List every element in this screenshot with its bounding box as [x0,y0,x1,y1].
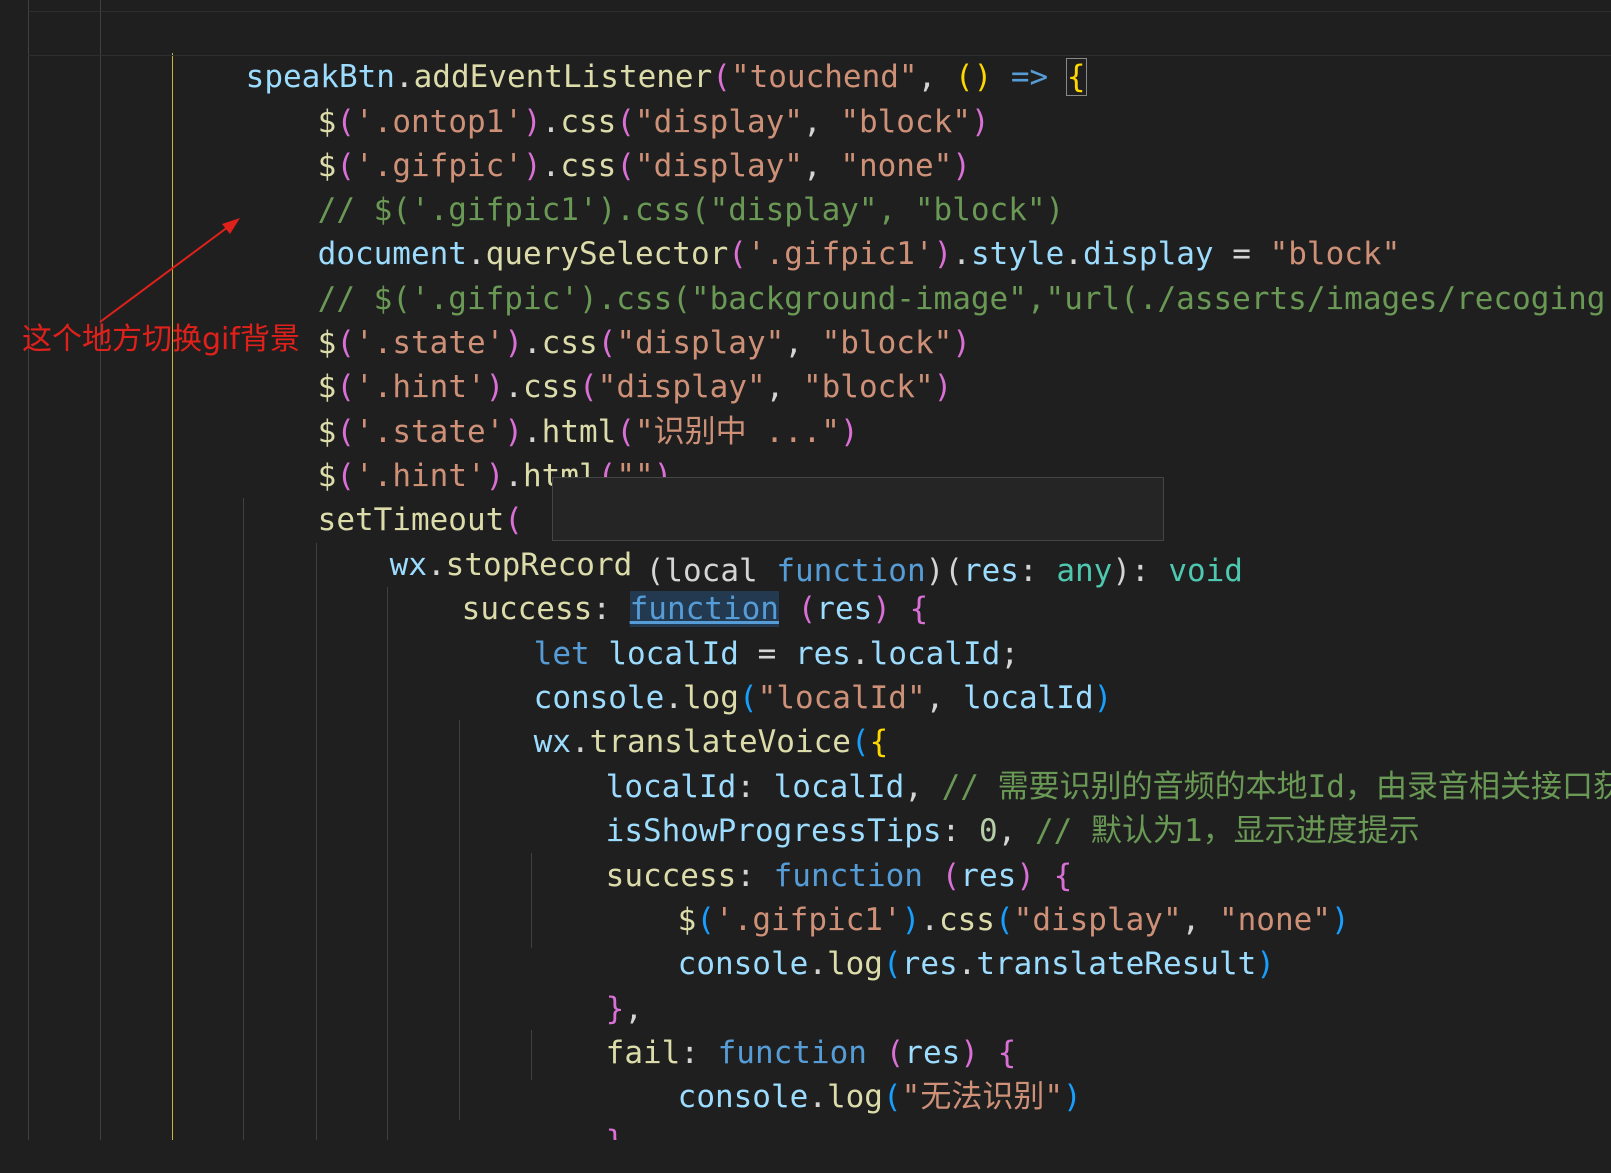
code-line[interactable]: console.log(res.translateResult) [0,897,1611,982]
tooltip-token: ( [944,553,963,589]
tooltip-kind-keyword: function [776,553,926,589]
code-line[interactable]: isShowProgressTips: 0, // 默认为1，显示进度提示 [0,764,1611,849]
code-line[interactable]: localId: localId, // 需要识别的音频的本地Id，由录音相关接… [0,720,1611,805]
code-line[interactable]: success: function (res) { [0,809,1611,894]
code-line[interactable]: fail: function (res) { [0,986,1611,1071]
annotation-label: 这个地方切换gif背景 [22,322,300,357]
code-line[interactable]: $('.hint').html("") [0,409,1611,494]
tooltip-kind-label: local [664,553,758,589]
code-line[interactable]: $('.ontop1').css("display", "block") [0,55,1611,140]
code-line[interactable]: } [0,1075,1611,1160]
tooltip-token: : [1130,553,1169,589]
code-line[interactable]: console.log("localId", localId) [0,631,1611,716]
code-editor[interactable]: speakBtn.addEventListener("touchend", ()… [0,0,1611,1173]
code-line[interactable]: $('.state').css("display", "block") [0,276,1611,361]
code-line[interactable]: // $('.gifpic1').css("display", "block") [0,143,1611,228]
tooltip-token: ( [645,553,665,589]
code-line[interactable]: $('.gifpic1').css("display", "none") [0,853,1611,938]
tooltip-token: : [1018,553,1057,589]
code-line[interactable]: wx.translateVoice({ [0,675,1611,760]
tooltip-token: ) [925,553,945,589]
tooltip-space [758,553,777,589]
editor-bottom-edge [0,1140,1611,1173]
code-line[interactable]: $('.state').html("识别中 ...") [0,365,1611,450]
tooltip-token: ) [1112,553,1131,589]
code-line[interactable]: speakBtn.addEventListener("touchend", ()… [0,10,1611,96]
tooltip-param-name: res [962,553,1019,589]
code-line[interactable]: $('.gifpic').css("display", "none") [0,99,1611,184]
code-line[interactable]: document.querySelector('.gifpic1').style… [0,187,1611,272]
hover-tooltip: (local function)(res: any): void [552,477,1243,589]
tooltip-param-type: any [1056,553,1113,589]
code-line[interactable]: console.log("无法识别") [0,1030,1611,1115]
code-line[interactable]: }, [0,942,1611,1027]
code-line[interactable]: // $('.gifpic').css("background-image","… [0,232,1611,317]
tooltip-return-type: void [1168,553,1243,589]
